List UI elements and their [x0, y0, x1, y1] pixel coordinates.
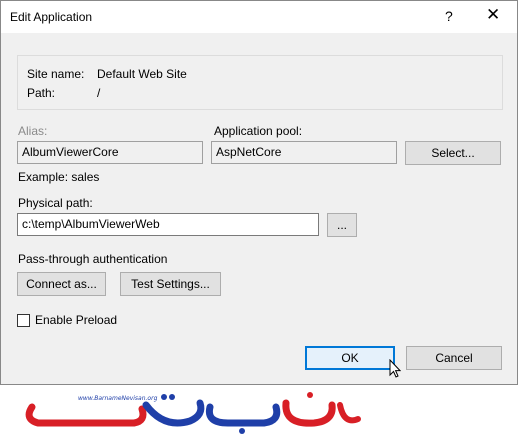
alias-example: Example: sales — [18, 170, 100, 184]
browse-path-button[interactable]: ... — [327, 213, 357, 237]
title-bar: Edit Application ? ✕ — [1, 1, 517, 33]
help-icon[interactable]: ? — [445, 8, 453, 24]
enable-preload-label[interactable]: Enable Preload — [35, 313, 117, 327]
application-pool-label: Application pool: — [214, 124, 303, 138]
connect-as-button[interactable]: Connect as... — [17, 272, 106, 296]
edit-application-dialog: Edit Application ? ✕ Site name: Default … — [0, 0, 518, 385]
select-pool-button[interactable]: Select... — [405, 141, 501, 165]
alias-field: AlbumViewerCore — [17, 141, 203, 164]
path-value: / — [97, 86, 101, 100]
logo-url-text: www.BarnameNevisan.org — [78, 395, 158, 402]
barnamenevisan-logo: www.BarnameNevisan.org — [25, 392, 361, 434]
site-info-panel: Site name: Default Web Site Path: / — [17, 55, 503, 110]
path-label: Path: — [27, 86, 56, 100]
window-title: Edit Application — [10, 10, 93, 24]
alias-label: Alias: — [18, 124, 48, 138]
test-settings-button[interactable]: Test Settings... — [120, 272, 221, 296]
physical-path-label: Physical path: — [18, 196, 93, 210]
mouse-cursor-icon — [389, 359, 401, 378]
pass-through-auth-label: Pass-through authentication — [18, 252, 168, 266]
application-pool-field: AspNetCore — [211, 141, 397, 164]
site-name-label: Site name: — [27, 67, 85, 81]
site-name-value: Default Web Site — [97, 67, 187, 81]
physical-path-input[interactable] — [22, 217, 314, 231]
close-icon[interactable]: ✕ — [486, 5, 500, 25]
ok-button[interactable]: OK — [305, 346, 395, 370]
cancel-button[interactable]: Cancel — [406, 346, 502, 370]
enable-preload-checkbox[interactable] — [17, 314, 30, 327]
physical-path-field[interactable] — [17, 213, 319, 236]
